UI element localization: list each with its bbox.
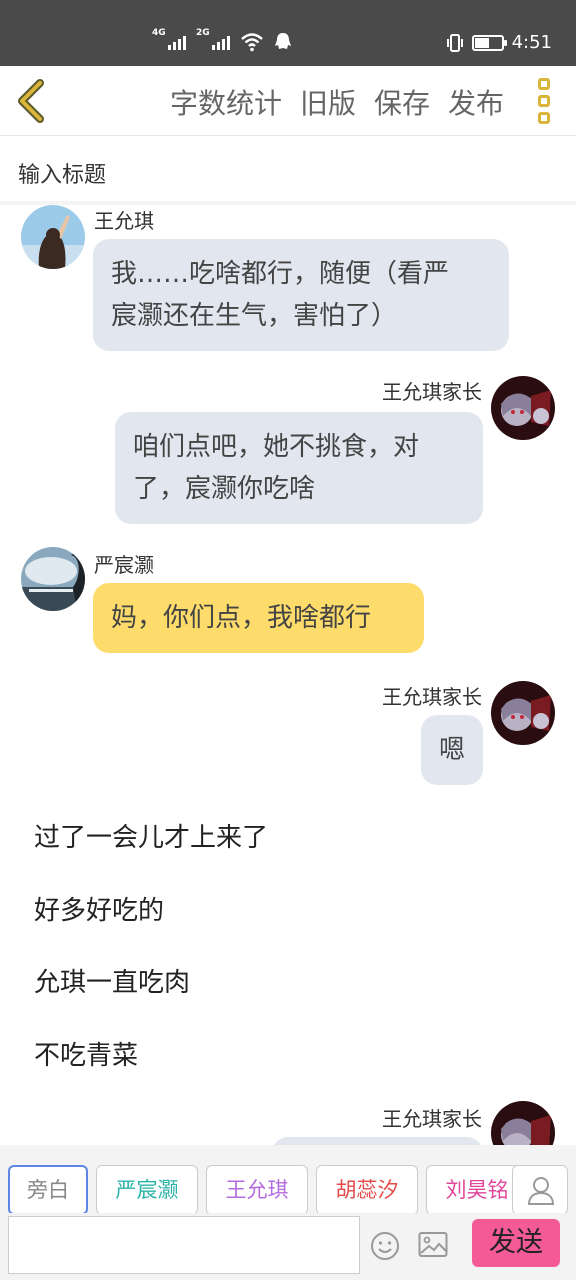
more-vertical-icon <box>538 78 550 90</box>
toolbar-actions: 字数统计 旧版 保存 发布 <box>170 82 504 122</box>
title-input[interactable]: 输入标题 <box>0 137 576 205</box>
back-button[interactable] <box>12 78 52 124</box>
sender-name: 王允琪家长 <box>382 1107 482 1131</box>
avatar[interactable] <box>21 547 85 611</box>
chat-area[interactable]: 王允琪 我……吃啥都行，随便（看严 宸灏还在生气，害怕了） 王允琪家长 咱们点吧… <box>0 205 576 1145</box>
bubble-line: 咱们点吧，她不挑食，对 <box>133 432 420 462</box>
save-button[interactable]: 保存 <box>374 82 430 122</box>
narration-line[interactable]: 过了一会儿才上来了 <box>34 817 268 854</box>
chat-bubble[interactable]: 我……吃啥都行，随便（看严 宸灏还在生气，害怕了） <box>93 239 509 351</box>
clock: 4:51 <box>511 32 552 53</box>
role-label: 旁白 <box>27 1178 69 1202</box>
avatar[interactable] <box>491 376 555 440</box>
role-tab-narrator[interactable]: 旁白 <box>8 1165 88 1215</box>
message-input[interactable] <box>8 1216 360 1274</box>
role-label: 严宸灏 <box>115 1178 179 1202</box>
sender-name: 王允琪家长 <box>382 380 482 404</box>
word-count-button[interactable]: 字数统计 <box>170 82 282 122</box>
narration-line[interactable]: 好多好吃的 <box>34 890 164 927</box>
wifi-icon <box>240 32 264 52</box>
smiley-icon <box>371 1232 399 1260</box>
role-tab-hu-ruixi[interactable]: 胡蕊汐 <box>316 1165 418 1215</box>
chat-bubble[interactable] <box>272 1137 483 1145</box>
role-tab-wang-yunqi[interactable]: 王允琪 <box>206 1165 308 1215</box>
composer: 发送 <box>0 1213 576 1280</box>
status-icons: 4G 2G <box>152 28 292 52</box>
old-version-button[interactable]: 旧版 <box>300 82 356 122</box>
sender-name: 王允琪 <box>94 209 154 233</box>
role-selector: 旁白 严宸灏 王允琪 胡蕊汐 刘昊铭 <box>0 1145 576 1215</box>
role-label: 刘昊铭 <box>445 1178 509 1202</box>
role-label: 王允琪 <box>225 1178 289 1202</box>
battery-icon <box>471 34 507 51</box>
bubble-line: 了，宸灏你吃啥 <box>133 474 316 504</box>
bubble-line: 我……吃啥都行，随便（看严 <box>111 259 450 289</box>
more-button[interactable] <box>534 78 554 124</box>
qq-icon <box>274 32 292 52</box>
chat-bubble[interactable]: 咱们点吧，她不挑食，对 了，宸灏你吃啥 <box>115 412 483 524</box>
bubble-line: 宸灏还在生气，害怕了） <box>111 301 398 331</box>
vibrate-icon <box>446 33 464 52</box>
bubble-line: 嗯 <box>438 735 465 765</box>
role-tab-yan-chenhao[interactable]: 严宸灏 <box>96 1165 198 1215</box>
bubble-line: 妈，你们点，我啥都行 <box>111 603 372 633</box>
image-button[interactable] <box>418 1231 448 1259</box>
status-bar: 4G 2G 4:51 <box>0 0 576 66</box>
editor-toolbar: 字数统计 旧版 保存 发布 <box>0 66 576 136</box>
narration-line[interactable]: 不吃青菜 <box>34 1035 138 1072</box>
status-right: 4:51 <box>446 32 552 53</box>
publish-button[interactable]: 发布 <box>448 82 504 122</box>
sender-name: 王允琪家长 <box>382 685 482 709</box>
role-label: 胡蕊汐 <box>335 1178 399 1202</box>
send-button[interactable]: 发送 <box>472 1219 560 1267</box>
chevron-left-icon <box>18 79 44 123</box>
avatar[interactable] <box>491 1101 555 1145</box>
signal-1-icon: 4G <box>152 28 186 52</box>
chat-bubble[interactable]: 妈，你们点，我啥都行 <box>93 583 424 653</box>
narration-line[interactable]: 允琪一直吃肉 <box>34 962 190 999</box>
avatar[interactable] <box>491 681 555 745</box>
image-icon <box>418 1232 448 1257</box>
chat-bubble[interactable]: 嗯 <box>421 715 483 785</box>
battery-fill <box>474 37 489 48</box>
avatar[interactable] <box>21 205 85 269</box>
sender-name: 严宸灏 <box>94 553 154 577</box>
add-role-button[interactable] <box>512 1165 568 1215</box>
signal-2-icon: 2G <box>196 28 230 52</box>
emoji-button[interactable] <box>370 1231 400 1261</box>
person-icon <box>527 1177 555 1205</box>
